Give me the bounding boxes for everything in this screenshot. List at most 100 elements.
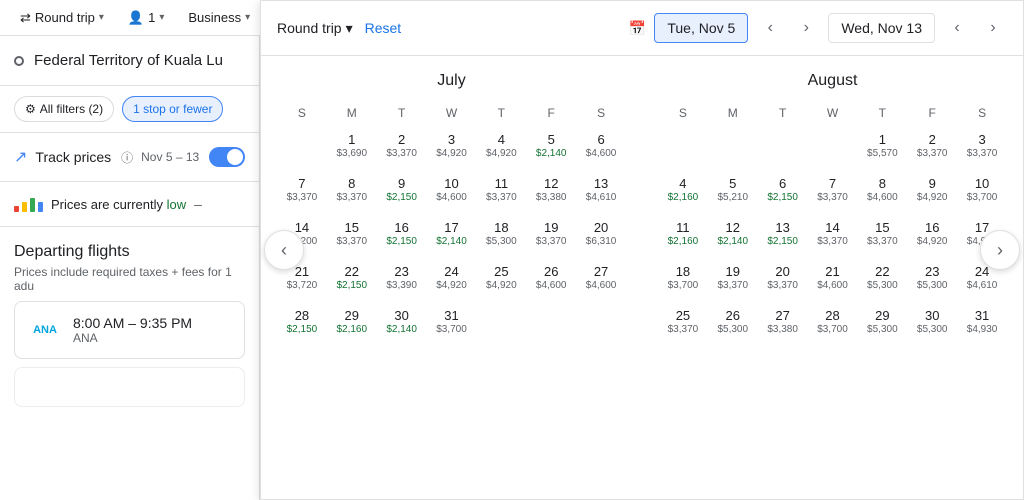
calendar-day[interactable]: 9$2,150 [377, 168, 427, 212]
passengers-button[interactable]: 👤 1 ▾ [120, 6, 172, 30]
all-filters-button[interactable]: ⚙ All filters (2) [14, 96, 114, 122]
day-price: $2,150 [386, 192, 417, 204]
calendar-day[interactable]: 20$3,370 [758, 256, 808, 300]
calendar-day[interactable]: 18$3,700 [658, 256, 708, 300]
calendar-day[interactable]: 16$4,920 [907, 212, 957, 256]
calendar-day[interactable]: 25$3,370 [658, 300, 708, 344]
calendar-day[interactable]: 3$3,370 [957, 124, 1007, 168]
day-number: 22 [345, 264, 359, 280]
passengers-label: 1 [148, 10, 155, 25]
day-number: 27 [594, 264, 608, 280]
departure-prev-button[interactable]: ‹ [756, 14, 784, 42]
calendar-day[interactable]: 13$2,150 [758, 212, 808, 256]
calendar-day[interactable]: 22$5,300 [857, 256, 907, 300]
calendar-day[interactable]: 20$6,310 [576, 212, 626, 256]
calendar-day[interactable]: 1$3,690 [327, 124, 377, 168]
calendar-day[interactable]: 27$4,600 [576, 256, 626, 300]
calendar-day[interactable]: 21$4,600 [808, 256, 858, 300]
next-month-button[interactable]: › [980, 230, 1020, 270]
calendar-day[interactable]: 11$3,370 [476, 168, 526, 212]
calendar-day[interactable]: 12$3,380 [526, 168, 576, 212]
calendar-day[interactable]: 6$2,150 [758, 168, 808, 212]
return-date-box[interactable]: Wed, Nov 13 [828, 13, 935, 43]
calendar-day[interactable]: 30$5,300 [907, 300, 957, 344]
day-number: 24 [444, 264, 458, 280]
calendar-day[interactable]: 23$3,390 [377, 256, 427, 300]
calendar-day[interactable]: 14$3,370 [808, 212, 858, 256]
day-number: 25 [676, 308, 690, 324]
flight-card-2[interactable] [14, 367, 245, 407]
calendar-day[interactable]: 12$2,140 [708, 212, 758, 256]
day-number: 31 [444, 308, 458, 324]
calendar-day[interactable]: 15$3,370 [857, 212, 907, 256]
calendar-day[interactable]: 25$4,920 [476, 256, 526, 300]
calendar-day[interactable]: 31$3,700 [427, 300, 477, 344]
return-next-button[interactable]: › [979, 14, 1007, 42]
calendar-day[interactable]: 24$4,920 [427, 256, 477, 300]
calendar-day[interactable]: 22$2,150 [327, 256, 377, 300]
flight-card[interactable]: ANA 8:00 AM – 9:35 PM ANA [14, 301, 245, 359]
class-button[interactable]: Business ▾ [180, 6, 258, 29]
calendar-day[interactable]: 26$4,600 [526, 256, 576, 300]
calendar-day[interactable]: 26$5,300 [708, 300, 758, 344]
day-price: $3,370 [486, 192, 517, 204]
empty-day [708, 124, 758, 168]
trending-icon: ↗ [14, 147, 27, 167]
calendar-day[interactable]: 7$3,370 [808, 168, 858, 212]
departure-date-box[interactable]: Tue, Nov 5 [654, 13, 748, 43]
calendar-day[interactable]: 4$4,920 [476, 124, 526, 168]
calendar-day[interactable]: 29$2,160 [327, 300, 377, 344]
day-price: $2,140 [717, 236, 748, 248]
day-price: $4,600 [817, 280, 848, 292]
calendar-day[interactable]: 28$3,700 [808, 300, 858, 344]
calendar-day[interactable]: 7$3,370 [277, 168, 327, 212]
calendar-day[interactable]: 30$2,140 [377, 300, 427, 344]
prev-month-button[interactable]: ‹ [264, 230, 304, 270]
calendar-day[interactable]: 8$3,370 [327, 168, 377, 212]
calendar-day[interactable]: 3$4,920 [427, 124, 477, 168]
day-price: $3,370 [336, 236, 367, 248]
calendar-day[interactable]: 19$3,370 [708, 256, 758, 300]
cal-reset-button[interactable]: Reset [365, 20, 402, 36]
calendar-day[interactable]: 2$3,370 [907, 124, 957, 168]
calendar-day[interactable]: 28$2,150 [277, 300, 327, 344]
return-prev-button[interactable]: ‹ [943, 14, 971, 42]
calendar-day[interactable]: 5$2,140 [526, 124, 576, 168]
calendar-day[interactable]: 18$5,300 [476, 212, 526, 256]
calendar-day[interactable]: 13$4,610 [576, 168, 626, 212]
calendar-day[interactable]: 4$2,160 [658, 168, 708, 212]
track-prices-toggle[interactable] [209, 147, 245, 167]
calendar-day[interactable]: 15$3,370 [327, 212, 377, 256]
calendar-day[interactable]: 2$3,370 [377, 124, 427, 168]
day-of-week-header: M [327, 102, 377, 124]
price-bar-blue [38, 202, 43, 212]
trip-type-chevron: ▾ [99, 12, 104, 23]
departure-next-button[interactable]: › [792, 14, 820, 42]
calendar-day[interactable]: 5$5,210 [708, 168, 758, 212]
trip-type-button[interactable]: ⇄ Round trip ▾ [12, 6, 112, 30]
calendar-day[interactable]: 31$4,930 [957, 300, 1007, 344]
calendar-day[interactable]: 11$2,160 [658, 212, 708, 256]
cal-trip-type[interactable]: Round trip ▾ [277, 20, 353, 37]
calendar-day[interactable]: 19$3,370 [526, 212, 576, 256]
stops-filter-button[interactable]: 1 stop or fewer [122, 96, 223, 122]
calendar-day[interactable]: 8$4,600 [857, 168, 907, 212]
day-number: 26 [544, 264, 558, 280]
calendar-day[interactable]: 6$4,600 [576, 124, 626, 168]
calendar-day[interactable]: 9$4,920 [907, 168, 957, 212]
calendar-day[interactable]: 29$5,300 [857, 300, 907, 344]
calendar-day[interactable]: 10$3,700 [957, 168, 1007, 212]
calendar-day[interactable]: 10$4,600 [427, 168, 477, 212]
calendar-day[interactable]: 1$5,570 [857, 124, 907, 168]
calendar-day[interactable]: 23$5,300 [907, 256, 957, 300]
calendar-day[interactable]: 17$2,140 [427, 212, 477, 256]
day-price: $2,140 [536, 148, 567, 160]
origin-field[interactable]: Federal Territory of Kuala Lu [0, 36, 259, 86]
day-price: $2,160 [668, 236, 699, 248]
day-price: $4,600 [436, 192, 467, 204]
august-month: August SMTWTFS1$5,5702$3,3703$3,3704$2,1… [658, 72, 1007, 483]
calendar-day[interactable]: 27$3,380 [758, 300, 808, 344]
calendar-day[interactable]: 16$2,150 [377, 212, 427, 256]
day-number: 19 [544, 220, 558, 236]
departing-subtitle: Prices include required taxes + fees for… [14, 265, 245, 293]
